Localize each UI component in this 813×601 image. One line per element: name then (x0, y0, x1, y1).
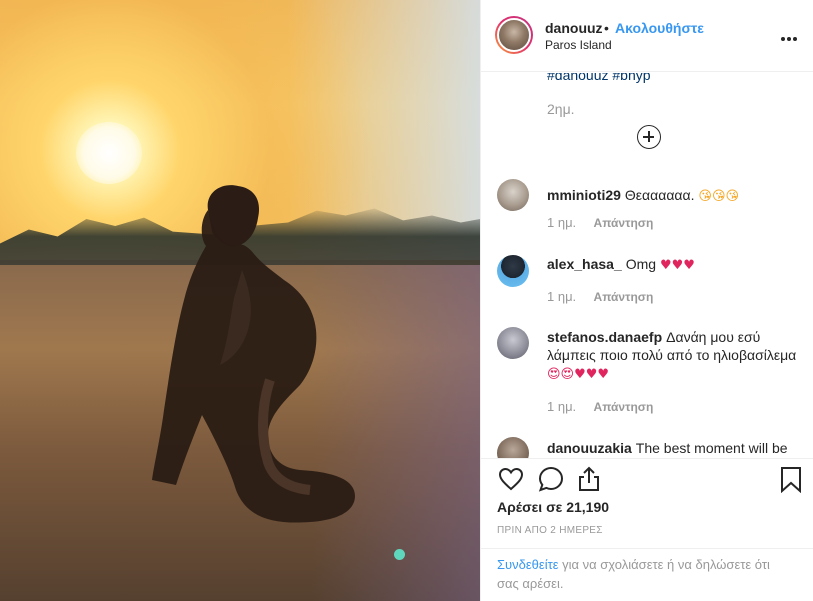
post-photo[interactable] (0, 0, 480, 601)
reply-button[interactable]: Απάντηση (594, 400, 654, 414)
commenter-avatar[interactable] (497, 437, 529, 458)
photo-silhouette (152, 185, 355, 523)
comment-text: Θεαααααα. (624, 187, 695, 203)
comment-time: 1 ημ. (547, 215, 577, 230)
like-icon[interactable] (497, 465, 525, 493)
post-location[interactable]: Paros Island (545, 38, 612, 52)
likes-count[interactable]: Αρέσει σε 21,190 (497, 499, 609, 515)
comment-text: Omg (625, 256, 657, 272)
post-actions: Αρέσει σε 21,190 ΠΡΙΝ ΑΠΟ 2 ΗΜΕΡΕΣ Συνδε… (481, 458, 813, 601)
comment-icon[interactable] (537, 465, 565, 493)
comment-time: 1 ημ. (547, 289, 577, 304)
author-avatar-image (497, 18, 531, 52)
login-link[interactable]: Συνδεθείτε (497, 557, 559, 572)
post-timestamp[interactable]: ΠΡΙΝ ΑΠΟ 2 ΗΜΕΡΕΣ (497, 525, 603, 536)
lens-flare (394, 549, 405, 560)
caption-time: 2ημ. (547, 101, 575, 117)
author-username[interactable]: danouuz (545, 20, 603, 36)
commenter-avatar[interactable] (497, 179, 529, 211)
commenter-avatar[interactable] (497, 327, 529, 359)
comment-username[interactable]: alex_hasa_ (547, 256, 622, 272)
photo-sun (76, 122, 142, 184)
comment-emoji: ♥♥♥ (659, 258, 695, 273)
post-header: danouuz • Ακολουθήστε Paros Island (481, 0, 813, 72)
comment-username[interactable]: mminioti29 (547, 187, 621, 203)
comment-text: The best moment will be (635, 440, 788, 456)
divider (481, 548, 813, 549)
post-side-panel: danouuz • Ακολουθήστε Paros Island #dano… (480, 0, 813, 601)
share-icon[interactable] (575, 465, 603, 493)
comment-emoji: 😘😘😘 (698, 189, 740, 204)
comments-list[interactable]: #danouuz #bnyp 2ημ. mminioti29 Θεαααααα. … (481, 73, 813, 458)
login-prompt: Συνδεθείτε για να σχολιάσετε ή να δηλώσε… (497, 555, 787, 593)
comment-username[interactable]: stefanos.danaefp (547, 329, 662, 345)
author-avatar[interactable] (495, 16, 533, 54)
commenter-avatar[interactable] (497, 255, 529, 287)
separator-dot: • (604, 20, 609, 36)
reply-button[interactable]: Απάντηση (594, 290, 654, 304)
save-icon[interactable] (777, 465, 805, 493)
comment-emoji: 😍😍♥♥♥ (547, 367, 610, 382)
reply-button[interactable]: Απάντηση (594, 216, 654, 230)
comment-username[interactable]: danouuzakia (547, 440, 632, 456)
more-icon[interactable] (781, 28, 801, 44)
follow-button[interactable]: Ακολουθήστε (615, 20, 704, 36)
load-more-comments-button[interactable] (637, 125, 661, 149)
caption-hashtags[interactable]: #danouuz #bnyp (547, 73, 651, 83)
comment-time: 1 ημ. (547, 399, 577, 414)
